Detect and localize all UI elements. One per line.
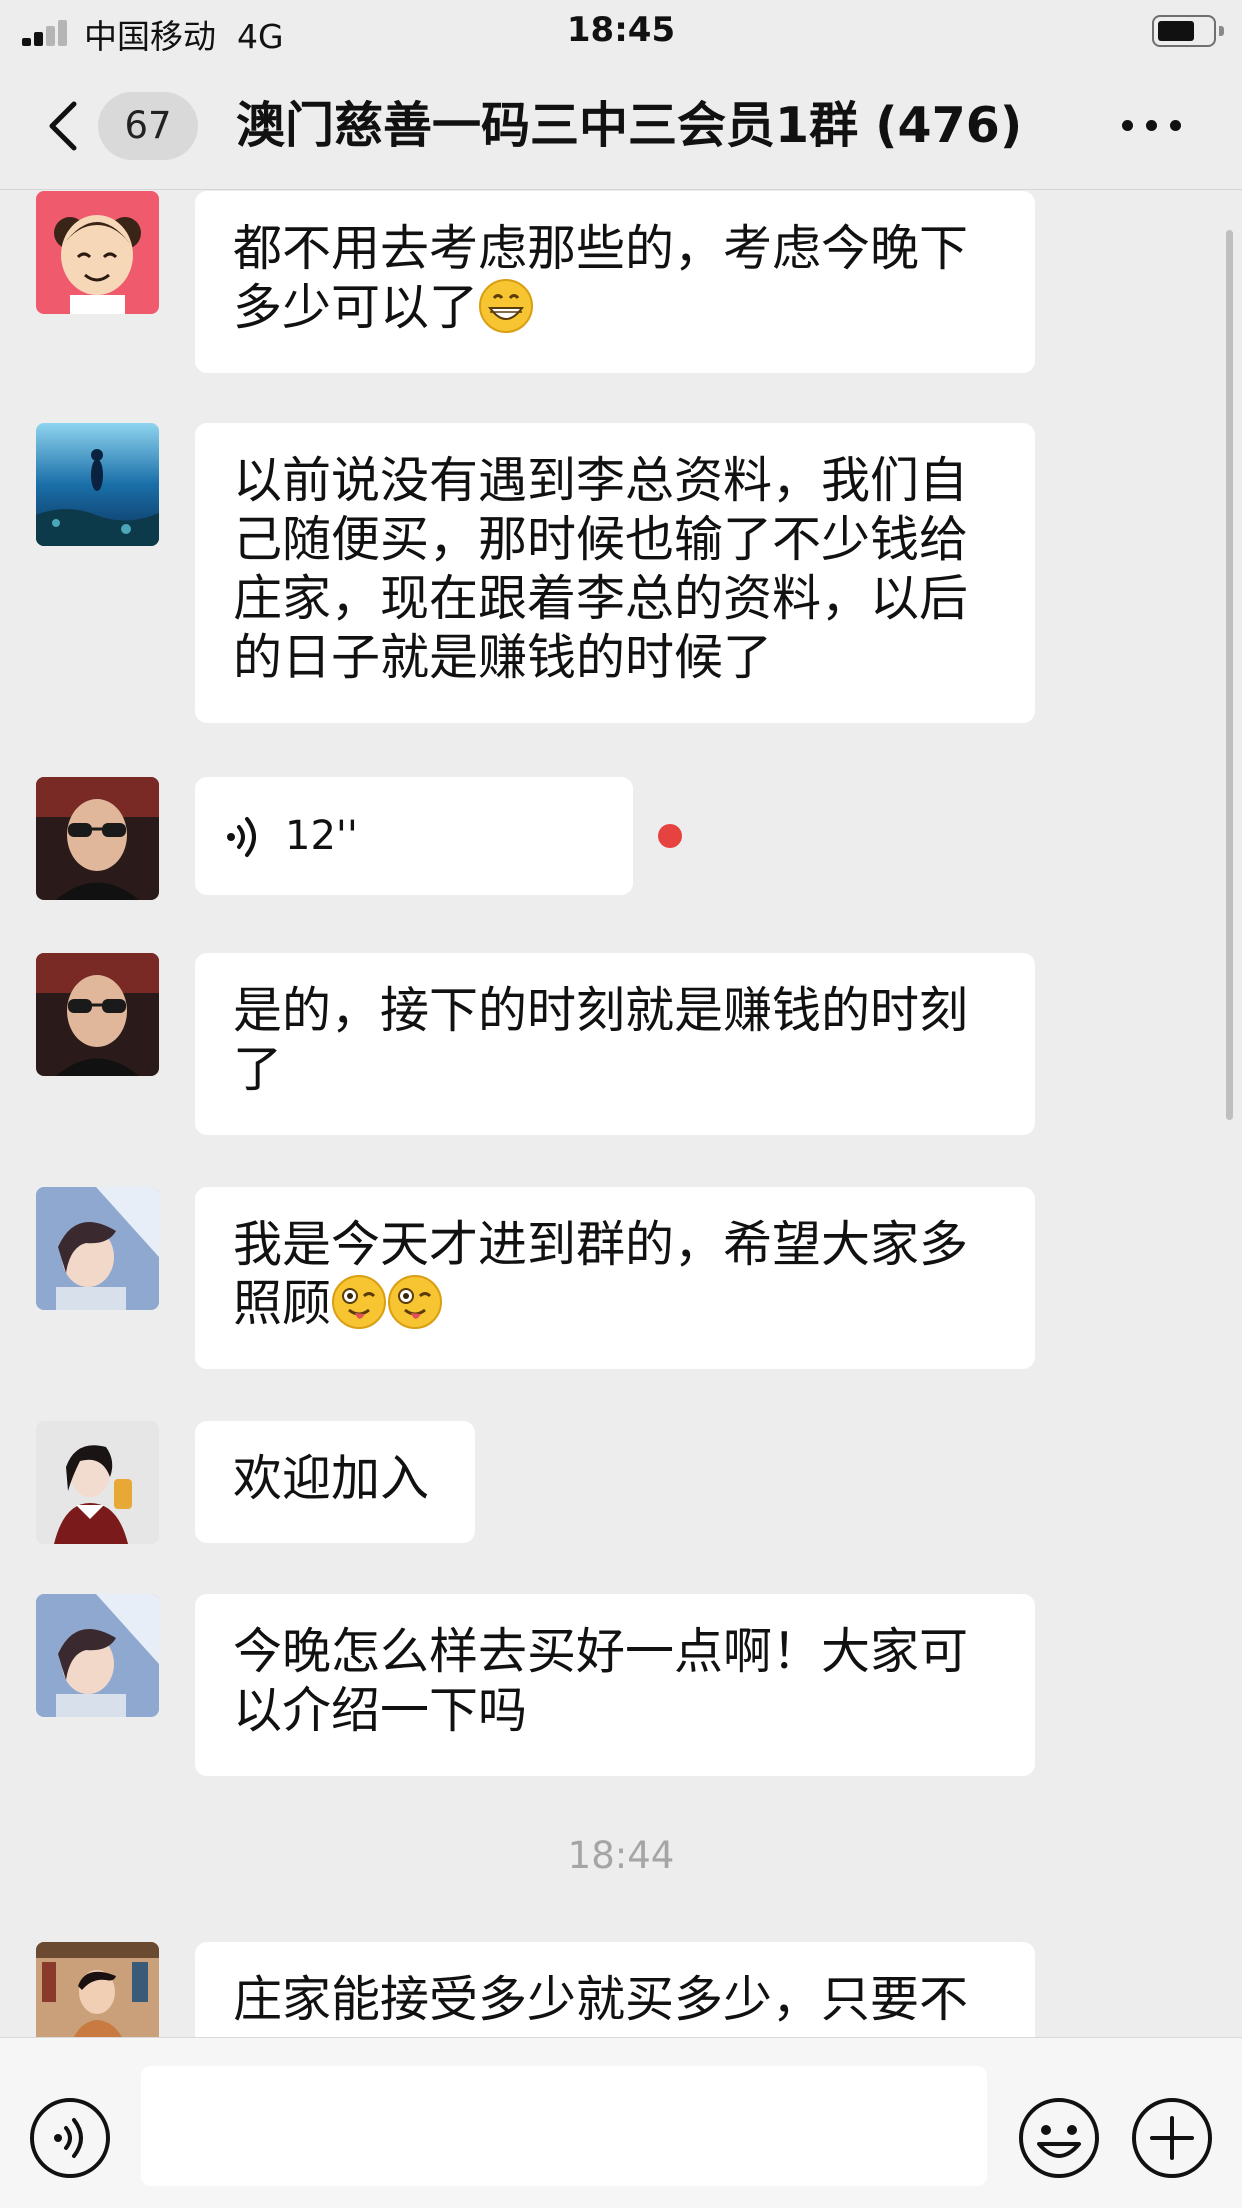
- voice-duration: 12'': [285, 813, 358, 859]
- sunglasses-man-avatar[interactable]: [36, 953, 159, 1076]
- cartoon-avatar[interactable]: [36, 191, 159, 314]
- message-text: 是的，接下的时刻就是赚钱的时刻: [233, 982, 969, 1039]
- message-text: 己随便买，那时候也输了不少钱给: [233, 511, 969, 568]
- message-list[interactable]: 都不用去考虑那些的，考虑今晚下 多少可以了 以前说没有遇到李总资料，我们自 己随…: [0, 191, 1242, 2037]
- message-text: 了: [233, 1041, 283, 1098]
- chat-title: 澳门慈善一码三中三会员1群 (476): [236, 97, 1023, 154]
- voice-wave-icon: [227, 817, 256, 857]
- voice-input-icon[interactable]: [28, 2096, 112, 2180]
- message-bubble[interactable]: 欢迎加入: [195, 1421, 475, 1543]
- input-bar: [0, 2037, 1242, 2208]
- clock: 18:45: [566, 10, 676, 50]
- message-input[interactable]: [141, 2066, 987, 2186]
- message-bubble[interactable]: 是的，接下的时刻就是赚钱的时刻 了: [195, 953, 1035, 1135]
- voice-message-bubble[interactable]: 12'': [195, 777, 633, 895]
- message-text: 多少可以了: [233, 279, 479, 336]
- anime-girl-avatar[interactable]: [36, 1594, 159, 1717]
- message-text: 庄家，现在跟着李总的资料，以后: [233, 570, 969, 627]
- message-text: 以介绍一下吗: [233, 1682, 528, 1739]
- emoji-icon[interactable]: [1017, 2096, 1101, 2180]
- message-bubble[interactable]: 庄家能接受多少就买多少，只要不: [195, 1942, 1035, 2037]
- unread-dot: [658, 824, 682, 848]
- man-books-avatar[interactable]: [36, 1942, 159, 2037]
- battery-icon: [1152, 15, 1224, 47]
- woman-avatar[interactable]: [36, 1421, 159, 1544]
- wink-tongue-emoji-icon: [388, 1275, 443, 1329]
- chat-header: 67 澳门慈善一码三中三会员1群 (476): [0, 62, 1242, 190]
- message-text: 的日子就是赚钱的时候了: [233, 629, 773, 686]
- message-bubble[interactable]: 我是今天才进到群的，希望大家多 照顾: [195, 1187, 1035, 1369]
- message-text: 今晚怎么样去买好一点啊！大家可: [233, 1623, 969, 1680]
- diver-avatar[interactable]: [36, 423, 159, 546]
- message-bubble[interactable]: 今晚怎么样去买好一点啊！大家可 以介绍一下吗: [195, 1594, 1035, 1776]
- anime-girl-avatar[interactable]: [36, 1187, 159, 1310]
- message-text: 以前说没有遇到李总资料，我们自: [233, 452, 969, 509]
- back-chevron-icon[interactable]: [44, 98, 84, 154]
- more-options-icon[interactable]: [1122, 118, 1182, 134]
- sunglasses-man-avatar[interactable]: [36, 777, 159, 900]
- message-text: 照顾: [233, 1275, 332, 1332]
- grin-emoji-icon: [479, 279, 534, 333]
- timestamp-divider: 18:44: [567, 1834, 675, 1877]
- unread-count-badge[interactable]: 67: [98, 92, 198, 160]
- message-text: 庄家能接受多少就买多少，只要不: [233, 1971, 969, 2028]
- message-text: 我是今天才进到群的，希望大家多: [233, 1216, 969, 1273]
- plus-icon[interactable]: [1130, 2096, 1214, 2180]
- message-bubble[interactable]: 以前说没有遇到李总资料，我们自 己随便买，那时候也输了不少钱给 庄家，现在跟着李…: [195, 423, 1035, 723]
- scrollbar[interactable]: [1226, 230, 1233, 1120]
- wink-tongue-emoji-icon: [332, 1275, 387, 1329]
- message-bubble[interactable]: 都不用去考虑那些的，考虑今晚下 多少可以了: [195, 191, 1035, 373]
- message-text: 欢迎加入: [233, 1450, 430, 1507]
- status-bar: 中国移动 4G 18:45: [0, 0, 1242, 62]
- message-text: 都不用去考虑那些的，考虑今晚下: [233, 220, 969, 277]
